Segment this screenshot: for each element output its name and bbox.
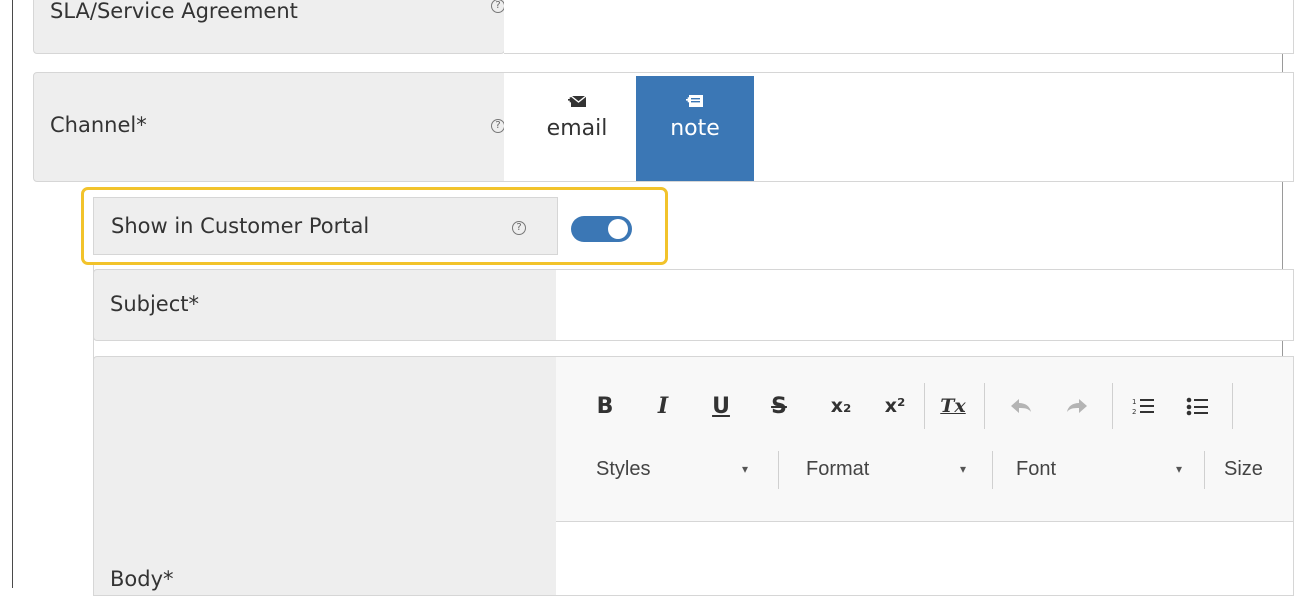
toolbar-separator	[778, 451, 779, 489]
toolbar-separator	[1112, 383, 1113, 429]
body-label-cell: Body*	[93, 356, 557, 596]
sla-label-cell: SLA/Service Agreement ?	[33, 0, 505, 54]
body-label: Body*	[110, 567, 174, 591]
toggle-knob	[608, 219, 628, 239]
numbered-list-button[interactable]: 1 2	[1126, 387, 1160, 425]
underline-button[interactable]: U	[708, 387, 734, 425]
styles-dropdown[interactable]: Styles ▾	[596, 449, 766, 489]
numbered-list-icon: 1 2	[1132, 398, 1154, 416]
channel-note-label: note	[670, 116, 720, 141]
channel-label-cell: Channel* ?	[33, 72, 505, 182]
redo-icon	[1067, 399, 1087, 413]
channel-email-label: email	[546, 116, 608, 141]
format-label: Format	[806, 457, 870, 480]
help-icon[interactable]: ?	[512, 221, 526, 235]
bold-button[interactable]: B	[592, 387, 618, 425]
channel-selector: email note	[504, 72, 1294, 182]
toolbar-separator	[924, 383, 925, 429]
channel-label: Channel*	[50, 113, 147, 137]
size-dropdown[interactable]: Size	[1224, 449, 1294, 489]
toolbar-separator	[984, 383, 985, 429]
chevron-down-icon: ▾	[742, 462, 749, 476]
help-icon[interactable]: ?	[491, 0, 505, 13]
toolbar-separator	[1204, 451, 1205, 489]
superscript-button[interactable]: x²	[878, 387, 912, 425]
styles-label: Styles	[596, 457, 651, 480]
channel-note-button[interactable]: note	[636, 76, 754, 181]
portal-label-cell: Show in Customer Portal ?	[93, 197, 558, 255]
help-icon[interactable]: ?	[491, 119, 505, 133]
subject-label: Subject*	[110, 292, 200, 316]
editor-toolbar: B I U S x₂ x² Tx 1 2 Styles ▾ Format ▾ F…	[556, 357, 1293, 522]
font-dropdown[interactable]: Font ▾	[1016, 449, 1196, 489]
body-editor: B I U S x₂ x² Tx 1 2 Styles ▾ Format ▾ F…	[556, 356, 1294, 596]
font-label: Font	[1016, 457, 1057, 480]
undo-button[interactable]	[1004, 387, 1038, 425]
strikethrough-button[interactable]: S	[766, 387, 792, 425]
size-label: Size	[1224, 457, 1263, 480]
toolbar-separator	[992, 451, 993, 489]
portal-toggle-switch[interactable]	[571, 216, 632, 242]
bulleted-list-button[interactable]	[1180, 387, 1214, 425]
chevron-down-icon: ▾	[1176, 462, 1183, 476]
format-dropdown[interactable]: Format ▾	[806, 449, 976, 489]
remove-format-button[interactable]: Tx	[936, 387, 970, 425]
subscript-button[interactable]: x₂	[824, 387, 858, 425]
undo-icon	[1011, 399, 1031, 413]
email-icon	[568, 95, 586, 107]
chevron-down-icon: ▾	[960, 462, 967, 476]
toolbar-separator	[1232, 383, 1233, 429]
bulleted-list-icon	[1186, 397, 1208, 416]
subject-input[interactable]	[556, 269, 1294, 341]
italic-button[interactable]: I	[650, 387, 676, 425]
svg-text:1: 1	[1132, 398, 1136, 406]
subject-label-cell: Subject*	[93, 269, 557, 341]
sla-label: SLA/Service Agreement	[50, 0, 298, 23]
svg-text:2: 2	[1132, 408, 1136, 416]
channel-email-button[interactable]: email	[518, 76, 636, 181]
window-left-edge	[12, 0, 13, 588]
redo-button[interactable]	[1060, 387, 1094, 425]
portal-label: Show in Customer Portal	[111, 214, 370, 238]
sla-field[interactable]	[504, 0, 1294, 54]
note-icon	[686, 95, 703, 107]
